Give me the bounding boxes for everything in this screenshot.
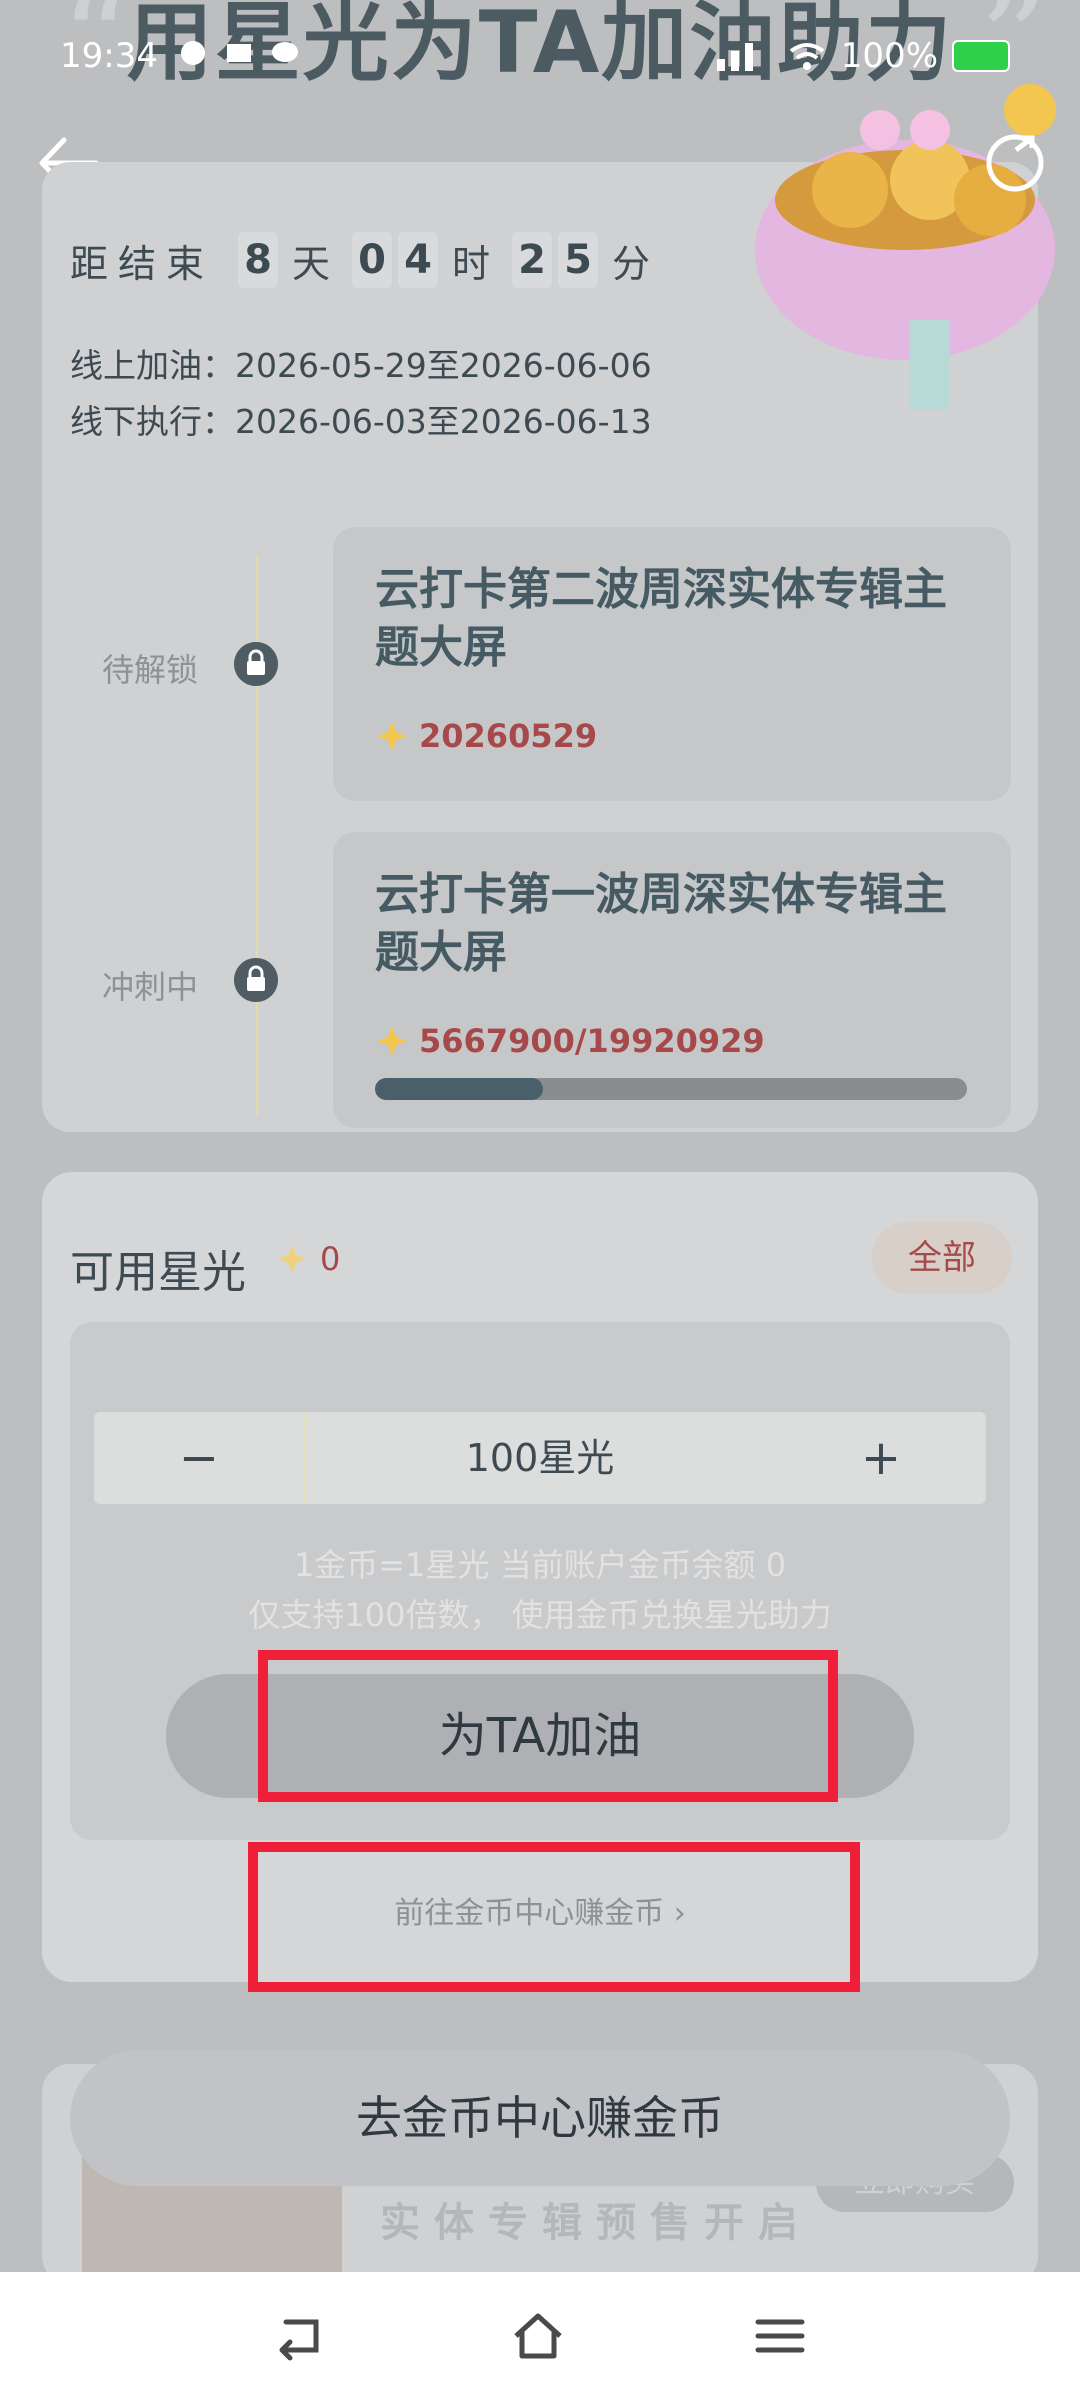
milestone-card[interactable]: 云打卡第二波周深实体专辑主题大屏 20260529 xyxy=(333,527,1011,801)
promo-text: 实体专辑预售开启 xyxy=(380,2200,812,2246)
back-nav-icon[interactable] xyxy=(272,2308,328,2364)
starlight-balance: 0 xyxy=(276,1240,340,1278)
share-icon[interactable] xyxy=(980,128,1050,198)
campaign-dates: 线上加油：2026-05-29至2026-06-06 线下执行：2026-06-… xyxy=(70,338,652,450)
milestone-progress-bar xyxy=(375,1078,967,1100)
status-time: 19:34 xyxy=(60,36,158,76)
multiple-hint: 仅支持100倍数， 使用金币兑换星光助力 xyxy=(248,1596,832,1634)
quantity-stepper: − 100星光 + xyxy=(94,1412,986,1504)
star-icon xyxy=(377,721,407,751)
starlight-title: 可用星光 xyxy=(70,1247,246,1298)
milestone-progress-fill xyxy=(375,1078,544,1100)
battery-icon xyxy=(952,40,1010,72)
notification-icons xyxy=(178,38,300,68)
star-icon xyxy=(377,1026,407,1056)
lock-icon xyxy=(234,642,278,686)
milestone-target: 20260529 xyxy=(375,717,597,755)
milestone-card[interactable]: 云打卡第一波周深实体专辑主题大屏 5667900/19920929 xyxy=(333,832,1011,1128)
highlight-box xyxy=(248,1842,860,1992)
coin-pot-mascot-icon xyxy=(755,84,1056,410)
decrease-button[interactable]: − xyxy=(94,1412,304,1504)
starlight-count: 0 xyxy=(320,1240,341,1278)
hours-digit: 4 xyxy=(398,232,439,288)
minutes-digit: 5 xyxy=(558,232,599,288)
mail-notification-icon xyxy=(227,44,251,62)
online-dates: 线上加油：2026-05-29至2026-06-06 xyxy=(70,346,652,385)
go-coin-center-button[interactable]: 去金币中心赚金币 xyxy=(70,2050,1010,2186)
milestone-status: 冲刺中 xyxy=(102,968,199,1006)
wifi-icon xyxy=(789,43,824,70)
minutes-unit: 分 xyxy=(612,241,651,286)
milestone-value: 5667900/19920929 xyxy=(419,1022,765,1060)
increase-button[interactable]: + xyxy=(776,1412,986,1504)
minutes-digit: 2 xyxy=(512,232,553,288)
all-button[interactable]: 全部 xyxy=(872,1222,1012,1294)
chat-notification-icon xyxy=(272,42,298,62)
app-notification-icon xyxy=(181,41,205,65)
hours-digit: 0 xyxy=(352,232,393,288)
milestone-title: 云打卡第二波周深实体专辑主题大屏 xyxy=(375,564,947,673)
star-icon xyxy=(277,1244,307,1274)
milestone-status: 待解锁 xyxy=(102,651,199,689)
milestone-title: 云打卡第一波周深实体专辑主题大屏 xyxy=(375,869,947,978)
days-digit: 8 xyxy=(238,232,279,288)
home-nav-icon[interactable] xyxy=(510,2308,566,2364)
offline-dates: 线下执行：2026-06-03至2026-06-13 xyxy=(70,402,652,441)
countdown-label: 距结束 xyxy=(70,241,215,286)
amount-value[interactable]: 100星光 xyxy=(304,1412,776,1504)
countdown-timer: 距结束 8 天 0 4 时 2 5 分 xyxy=(70,232,672,288)
exchange-rate-hint: 1金币=1星光 当前账户金币余额 0 xyxy=(293,1546,787,1584)
milestone-value: 20260529 xyxy=(419,717,598,755)
menu-nav-icon[interactable] xyxy=(752,2308,808,2364)
days-unit: 天 xyxy=(292,241,331,286)
signal-icon xyxy=(716,43,753,71)
milestone-progress-text: 5667900/19920929 xyxy=(375,1022,765,1060)
lock-icon xyxy=(234,958,278,1002)
timeline-line xyxy=(256,555,258,1115)
hours-unit: 时 xyxy=(452,241,491,286)
highlight-box xyxy=(258,1650,838,1802)
system-nav-bar xyxy=(0,2272,1080,2400)
